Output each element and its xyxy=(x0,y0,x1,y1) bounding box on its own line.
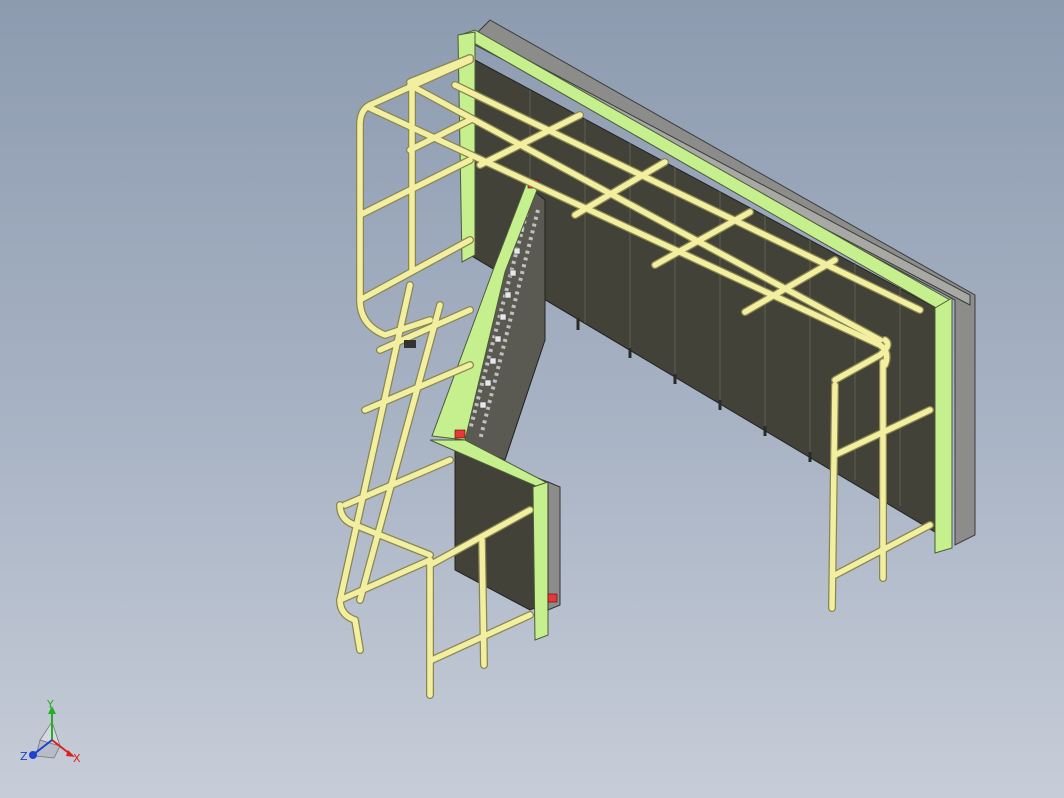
axis-x-label: X xyxy=(73,752,81,765)
marker-red-mid xyxy=(454,429,466,439)
axis-z-label: Z xyxy=(20,750,28,763)
cad-viewport[interactable]: Y X Z xyxy=(0,0,1064,798)
axis-y-label: Y xyxy=(46,700,54,711)
model-view[interactable] xyxy=(0,0,1064,798)
marker-red-bottom xyxy=(547,593,558,603)
axis-triad[interactable]: Y X Z xyxy=(18,700,88,770)
axis-z-arrow-icon xyxy=(29,751,37,759)
lower-wall xyxy=(429,439,561,641)
